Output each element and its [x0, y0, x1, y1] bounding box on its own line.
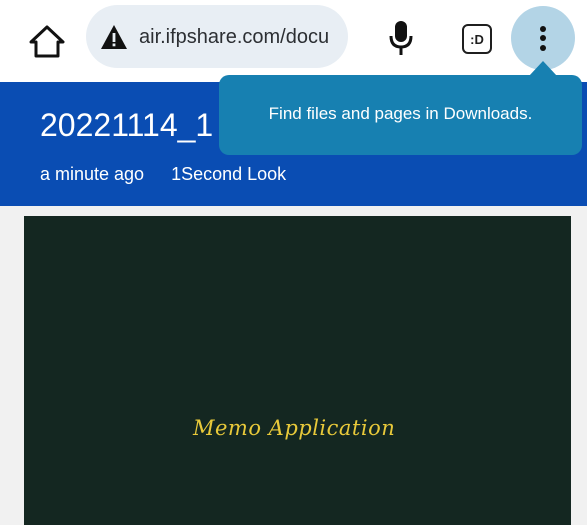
tooltip-text: Find files and pages in Downloads. [268, 104, 533, 123]
mic-icon [389, 21, 413, 55]
home-icon [29, 25, 65, 58]
content-area: Memo Application [0, 206, 587, 525]
more-vert-icon [540, 22, 546, 54]
home-button[interactable] [26, 20, 68, 62]
url-text[interactable]: air.ifpshare.com/docu [139, 23, 344, 51]
tab-switcher-icon: :D [470, 31, 484, 47]
browser-toolbar: air.ifpshare.com/docu :D [0, 0, 587, 82]
voice-search-button[interactable] [382, 17, 420, 59]
memo-caption: Memo Application [193, 416, 396, 440]
document-title: 20221114_1 [40, 107, 214, 143]
document-preview[interactable]: Memo Application [24, 216, 571, 525]
downloads-tooltip[interactable]: Find files and pages in Downloads. [219, 75, 582, 155]
tooltip-arrow [529, 61, 557, 76]
tab-switcher-button[interactable]: :D [462, 24, 492, 54]
address-bar[interactable]: air.ifpshare.com/docu [86, 5, 348, 68]
warning-icon[interactable] [100, 24, 128, 50]
view-count: 1Second Look [171, 164, 287, 184]
upload-time: a minute ago [40, 164, 145, 184]
document-meta: a minute ago 1Second Look [40, 163, 286, 185]
